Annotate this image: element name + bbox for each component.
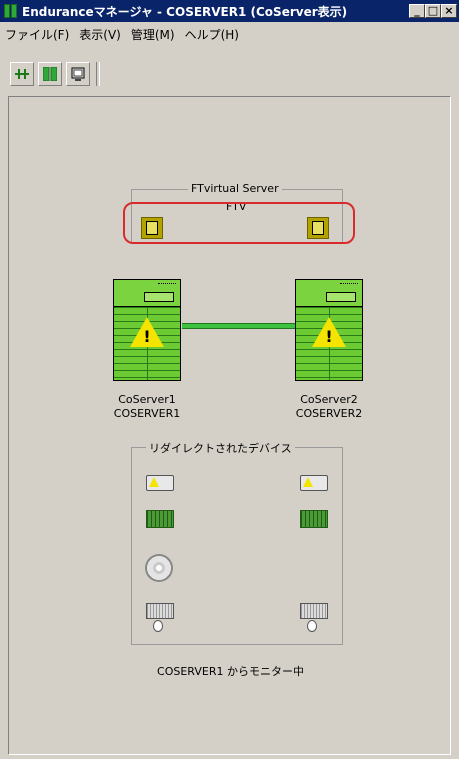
menu-bar: ファイル(F) 表示(V) 管理(M) ヘルプ(H) [0, 24, 459, 44]
monitor-icon [71, 67, 85, 81]
cd-drive-icon[interactable] [143, 553, 175, 583]
coserver2-label: CoServer2 COSERVER2 [279, 393, 379, 421]
coserver1-host: COSERVER1 [113, 407, 181, 420]
disk-warning-icon-left[interactable] [145, 473, 175, 493]
menu-file[interactable]: ファイル(F) [0, 26, 74, 43]
keyboard-mouse-icon-left[interactable] [145, 597, 175, 632]
close-button[interactable]: × [441, 4, 457, 18]
coserver2-icon[interactable]: ! [295, 279, 363, 381]
servers-button[interactable] [38, 62, 62, 86]
toolbar [10, 58, 100, 90]
coserver2-name: CoServer2 [300, 393, 358, 406]
ftv-cpu-icon-left[interactable] [141, 217, 163, 239]
monitoring-status: COSERVER1 からモニター中 [157, 665, 304, 678]
disk-warning-icon-right[interactable] [299, 473, 329, 493]
window-title: Enduranceマネージャ - COSERVER1 (CoServer表示) [22, 4, 348, 19]
endurance-app-icon [4, 4, 18, 18]
title-bar: Enduranceマネージャ - COSERVER1 (CoServer表示) … [0, 0, 459, 22]
coserver-link-line [182, 323, 295, 329]
toolbar-separator [96, 62, 100, 86]
maximize-button[interactable]: □ [425, 4, 441, 18]
network-card-icon-left[interactable] [145, 509, 175, 529]
connect-icon [15, 69, 29, 79]
servers-icon [43, 67, 57, 81]
ftvirtual-group-title: FTvirtual Server [188, 182, 282, 195]
menu-manage[interactable]: 管理(M) [126, 26, 180, 43]
coserver2-host: COSERVER2 [295, 407, 363, 420]
coserver1-icon[interactable]: ! [113, 279, 181, 381]
network-card-icon-right[interactable] [299, 509, 329, 529]
monitor-view: FTvirtual Server FTV ! ! CoServer1 COSER… [8, 96, 451, 755]
monitor-button[interactable] [66, 62, 90, 86]
minimize-button[interactable]: _ [409, 4, 425, 18]
ftv-cpu-icon-right[interactable] [307, 217, 329, 239]
menu-help[interactable]: ヘルプ(H) [180, 26, 244, 43]
connect-button[interactable] [10, 62, 34, 86]
keyboard-mouse-icon-right[interactable] [299, 597, 329, 632]
menu-view[interactable]: 表示(V) [74, 26, 126, 43]
coserver1-label: CoServer1 COSERVER1 [97, 393, 197, 421]
redirected-devices-title: リダイレクトされたデバイス [146, 440, 295, 456]
coserver1-name: CoServer1 [118, 393, 176, 406]
